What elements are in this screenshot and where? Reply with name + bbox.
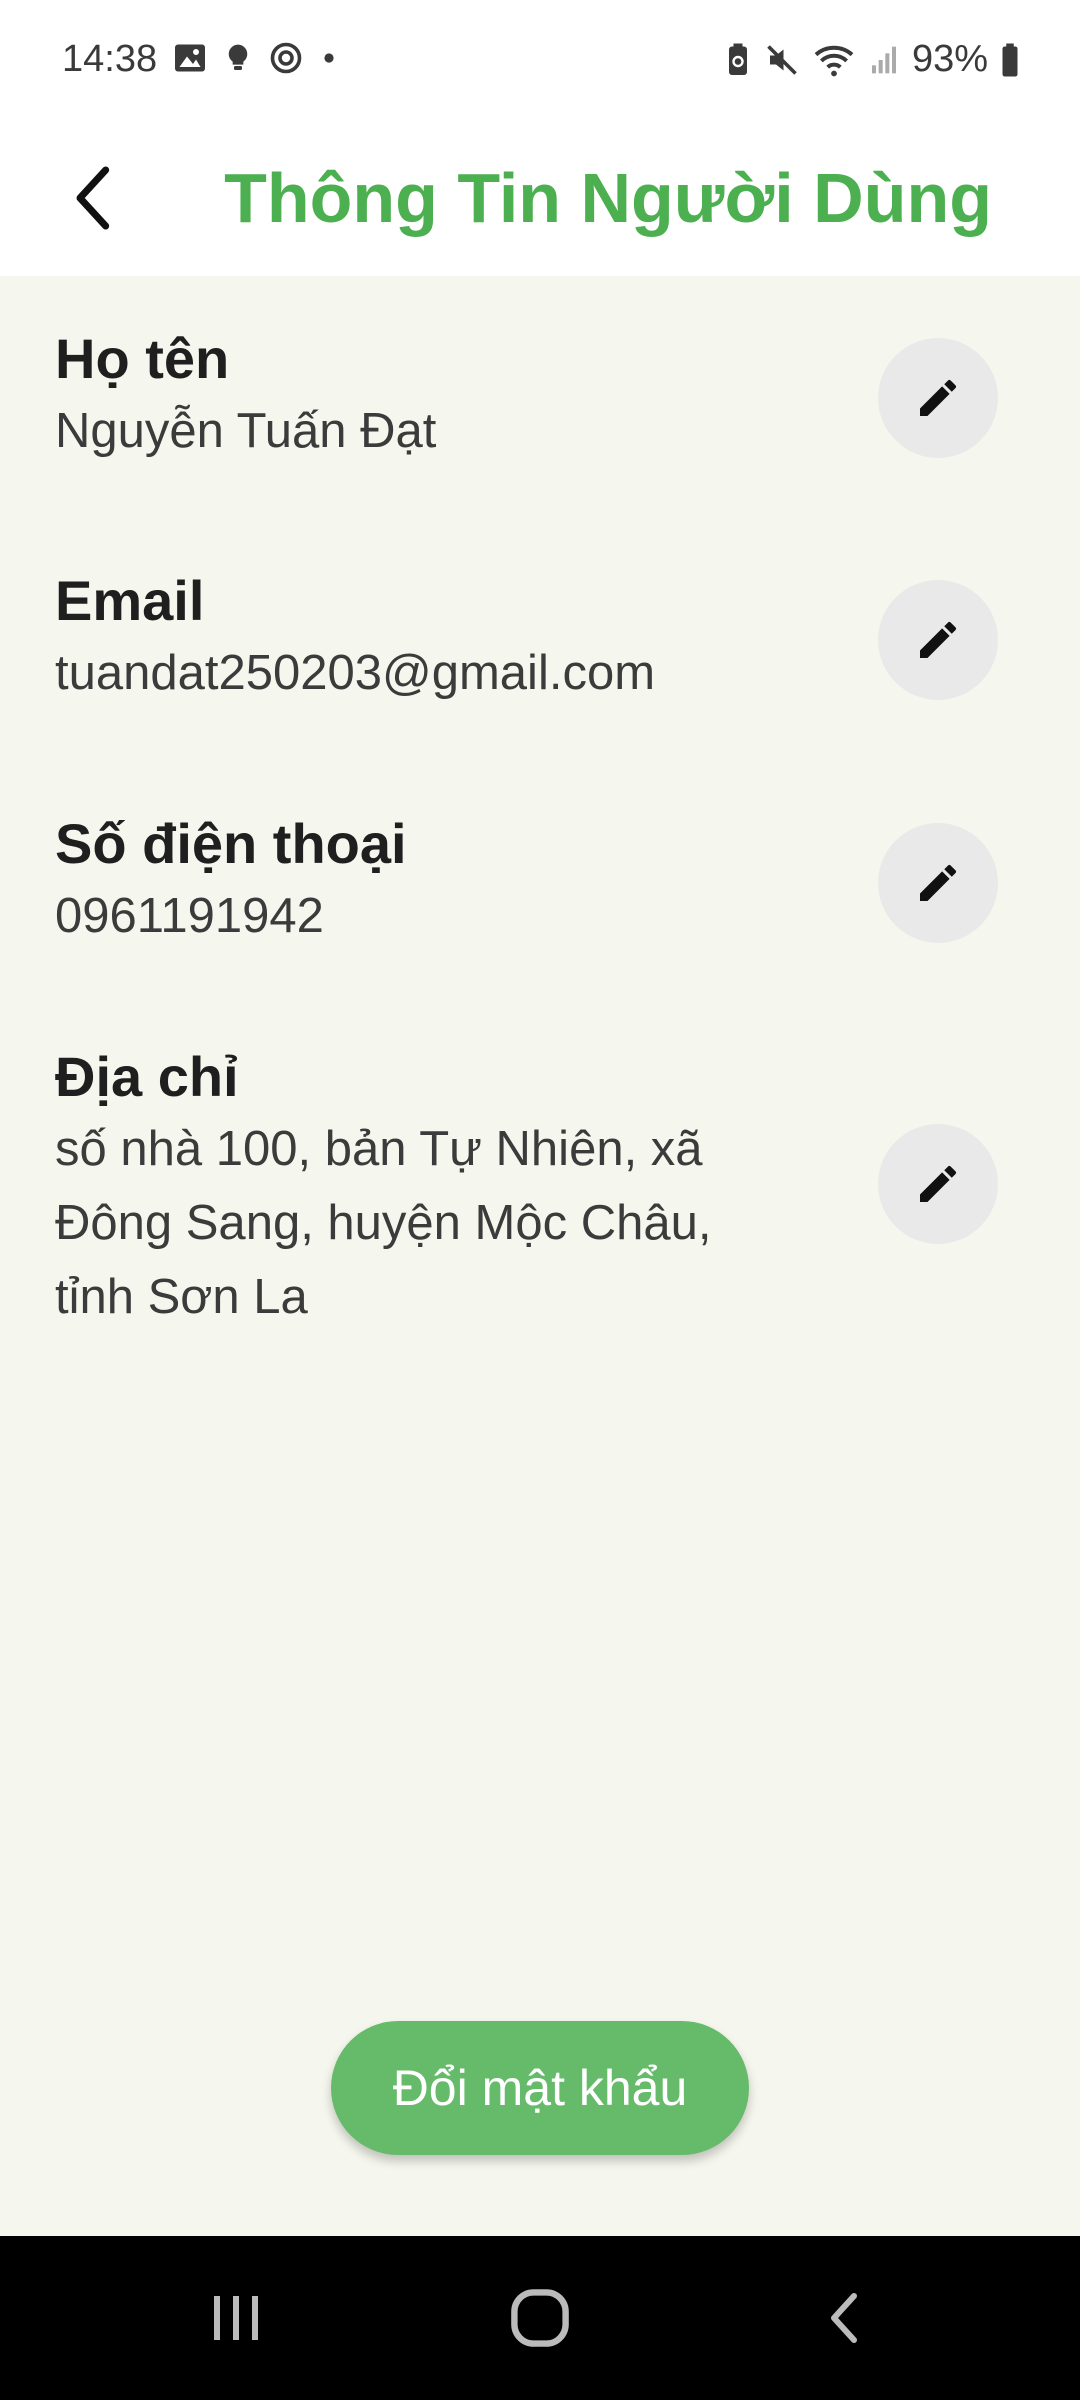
field-label-email: Email xyxy=(55,569,205,632)
page-title: Thông Tin Người Dùng xyxy=(224,159,992,237)
edit-name-button[interactable] xyxy=(878,338,998,458)
change-password-button[interactable]: Đổi mật khẩu xyxy=(331,2021,749,2155)
home-button[interactable] xyxy=(490,2268,590,2368)
edit-phone-button[interactable] xyxy=(878,823,998,943)
field-label-name: Họ tên xyxy=(55,327,230,390)
app-bar: Thông Tin Người Dùng xyxy=(0,120,1080,276)
pencil-icon xyxy=(920,1165,957,1202)
status-time: 14:38 xyxy=(62,38,158,80)
chevron-left-icon xyxy=(76,166,110,230)
field-value-email: tuandat250203@gmail.com xyxy=(55,646,656,700)
back-button[interactable] xyxy=(40,144,148,252)
signal-icon xyxy=(871,46,896,73)
battery-saver-icon xyxy=(728,43,747,75)
pencil-icon xyxy=(920,621,957,658)
field-value-address: số nhà 100, bản Tự Nhiên, xã Đông Sang, … xyxy=(55,1122,712,1324)
navigation-bar xyxy=(0,2236,1080,2400)
edit-address-button[interactable] xyxy=(878,1124,998,1244)
battery-icon xyxy=(1002,43,1018,76)
nav-back-button[interactable] xyxy=(794,2268,894,2368)
image-icon xyxy=(175,44,205,72)
status-notification-icons xyxy=(172,40,340,76)
edit-email-button[interactable] xyxy=(878,580,998,700)
status-bar: 14:38 93% xyxy=(0,0,1080,120)
home-icon xyxy=(511,2289,569,2347)
status-system-icons: 93% xyxy=(724,38,1020,81)
mute-icon xyxy=(767,44,797,75)
field-value-name: Nguyễn Tuấn Đạt xyxy=(55,404,437,458)
field-value-phone: 0961191942 xyxy=(55,889,324,943)
bulb-icon xyxy=(228,44,248,70)
recents-button[interactable] xyxy=(186,2268,286,2368)
field-label-address: Địa chỉ xyxy=(55,1045,239,1108)
recents-icon xyxy=(214,2296,258,2340)
dot-icon xyxy=(324,53,334,63)
back-icon xyxy=(831,2293,857,2343)
sync-icon xyxy=(270,42,302,74)
field-label-phone: Số điện thoại xyxy=(55,812,407,875)
wifi-icon xyxy=(814,45,854,76)
battery-percent: 93% xyxy=(911,38,988,80)
pencil-icon xyxy=(920,379,957,416)
pencil-icon xyxy=(920,864,957,901)
